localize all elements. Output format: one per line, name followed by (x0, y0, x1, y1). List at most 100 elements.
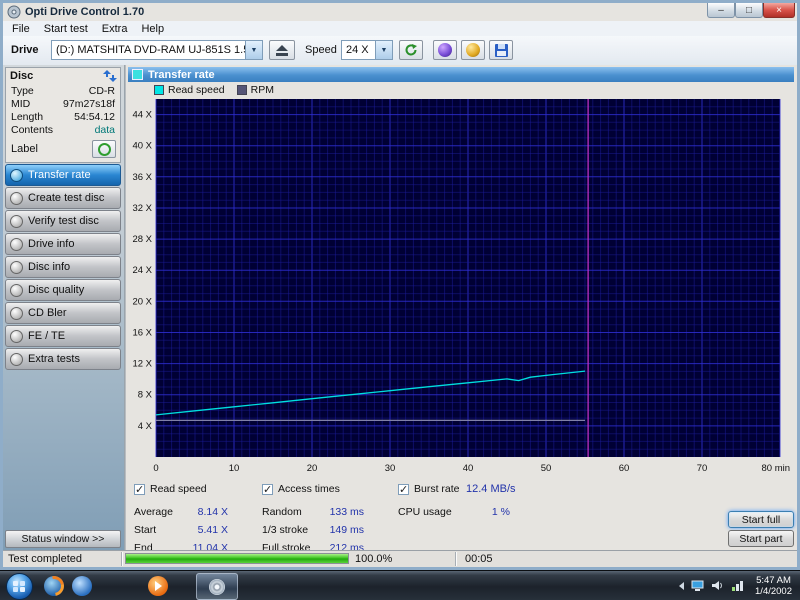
sidebar-item-verify-test-disc[interactable]: Verify test disc (5, 210, 121, 232)
svg-text:70: 70 (697, 463, 708, 474)
svg-text:40 X: 40 X (132, 141, 152, 152)
svg-text:50: 50 (541, 463, 552, 474)
read-speed-results: Average8.14 XStart5.41 XEnd11.04 X (134, 503, 228, 557)
disc-label-caption: Label (11, 143, 38, 155)
sidebar-item-extra-tests[interactable]: Extra tests (5, 348, 121, 370)
save-icon (495, 44, 508, 57)
field-value: CD-R (89, 85, 115, 98)
chart-container: 44 X40 X36 X32 X28 X24 X20 X16 X12 X8 X4… (126, 95, 792, 480)
system-tray: 5:47 AM 1/4/2002 (679, 571, 796, 600)
content-area: Disc TypeCD-RMID97m27s18fLength54:54.12C… (3, 65, 797, 551)
start-full-button[interactable]: Start full (728, 511, 794, 528)
speed-select[interactable]: 24 X ▼ (341, 40, 393, 60)
field-label: Length (11, 111, 43, 124)
reread-disc-icon[interactable] (103, 70, 117, 82)
label-refresh-icon (98, 143, 111, 156)
svg-text:36 X: 36 X (132, 172, 152, 183)
checkbox-label: Access times (278, 483, 340, 495)
svg-text:12 X: 12 X (132, 359, 152, 370)
network-icon[interactable] (731, 579, 744, 592)
read-speed-checkbox[interactable]: Read speed (134, 483, 207, 495)
taskbar-item-opti-drive[interactable] (196, 573, 238, 600)
progress-bar (125, 553, 349, 564)
volume-icon[interactable] (711, 579, 724, 592)
maximize-button[interactable]: □ (735, 3, 763, 18)
internet-explorer-icon[interactable] (72, 576, 92, 596)
eject-icon (276, 45, 288, 56)
sidebar-item-label: Extra tests (28, 353, 80, 365)
status-window-button[interactable]: Status window >> (5, 530, 121, 548)
field-label: MID (11, 98, 30, 111)
statusbar-divider (121, 552, 123, 566)
registration-button[interactable] (461, 40, 485, 60)
svg-text:60: 60 (619, 463, 630, 474)
elapsed-time: 00:05 (465, 553, 493, 565)
panel-title: Transfer rate (148, 69, 215, 81)
eject-button[interactable] (269, 40, 295, 60)
result-row: Random133 ms (262, 503, 364, 521)
chevron-down-icon[interactable]: ▼ (375, 41, 392, 59)
transfer-rate-icon (132, 69, 143, 80)
menu-bar: FileStart testExtraHelp (3, 21, 797, 37)
sidebar-item-fe-te[interactable]: FE / TE (5, 325, 121, 347)
checkbox-icon (398, 484, 409, 495)
start-button[interactable] (6, 573, 33, 600)
options-button[interactable] (433, 40, 457, 60)
access-times-checkbox[interactable]: Access times (262, 483, 340, 495)
disc-label-row: Label (11, 140, 116, 158)
test-item-icon (10, 353, 23, 366)
sidebar-item-label: Verify test disc (28, 215, 99, 227)
test-item-icon (10, 261, 23, 274)
media-player-icon[interactable] (148, 576, 168, 596)
app-statusbar: Test completed 100.0% 00:05 (3, 550, 797, 567)
field-value: data (95, 124, 115, 137)
result-row: 1/3 stroke149 ms (262, 521, 364, 539)
sidebar: Disc TypeCD-RMID97m27s18fLength54:54.12C… (3, 65, 125, 551)
sidebar-item-disc-info[interactable]: Disc info (5, 256, 121, 278)
test-item-icon (10, 169, 23, 182)
menu-item-file[interactable]: File (5, 22, 37, 36)
refresh-button[interactable] (399, 40, 423, 60)
chevron-down-icon[interactable]: ▼ (245, 41, 262, 59)
test-item-icon (10, 307, 23, 320)
disc-box-header: Disc (10, 70, 33, 82)
svg-text:8 X: 8 X (138, 390, 153, 401)
svg-text:16 X: 16 X (132, 328, 152, 339)
hidden-icons-chevron[interactable] (679, 582, 684, 590)
test-item-icon (10, 215, 23, 228)
display-icon[interactable] (691, 579, 704, 592)
sidebar-item-cd-bler[interactable]: CD Bler (5, 302, 121, 324)
svg-text:10: 10 (229, 463, 240, 474)
menu-item-start-test[interactable]: Start test (37, 22, 95, 36)
status-text: Test completed (8, 553, 82, 565)
result-value: 133 ms (330, 503, 364, 521)
firefox-icon[interactable] (44, 576, 64, 596)
sidebar-item-label: Drive info (28, 238, 74, 250)
field-label: Contents (11, 124, 53, 137)
sidebar-item-transfer-rate[interactable]: Transfer rate (5, 164, 121, 186)
drive-select[interactable]: (D:) MATSHITA DVD-RAM UJ-851S 1.50 ▼ (51, 40, 263, 60)
close-button[interactable]: × (763, 3, 795, 18)
test-item-icon (10, 238, 23, 251)
panel-header: Transfer rate (128, 67, 794, 82)
result-label: Average (134, 503, 173, 521)
result-value: 8.14 X (198, 503, 228, 521)
field-value: 97m27s18f (63, 98, 115, 111)
taskbar-clock[interactable]: 5:47 AM 1/4/2002 (751, 575, 796, 597)
checkbox-label: Burst rate (414, 483, 460, 495)
disc-field-length: Length54:54.12 (6, 111, 120, 124)
save-button[interactable] (489, 40, 513, 60)
start-part-button[interactable]: Start part (728, 530, 794, 547)
sidebar-item-drive-info[interactable]: Drive info (5, 233, 121, 255)
read-label-button[interactable] (92, 140, 116, 158)
svg-text:24 X: 24 X (132, 265, 152, 276)
menu-item-extra[interactable]: Extra (95, 22, 135, 36)
refresh-icon (404, 43, 418, 57)
sidebar-item-label: Disc info (28, 261, 70, 273)
minimize-button[interactable]: – (707, 3, 735, 18)
titlebar: Opti Drive Control 1.70 – □ × (3, 3, 797, 22)
sidebar-item-disc-quality[interactable]: Disc quality (5, 279, 121, 301)
burst-rate-checkbox[interactable]: Burst rate (398, 483, 460, 495)
menu-item-help[interactable]: Help (134, 22, 171, 36)
sidebar-item-create-test-disc[interactable]: Create test disc (5, 187, 121, 209)
